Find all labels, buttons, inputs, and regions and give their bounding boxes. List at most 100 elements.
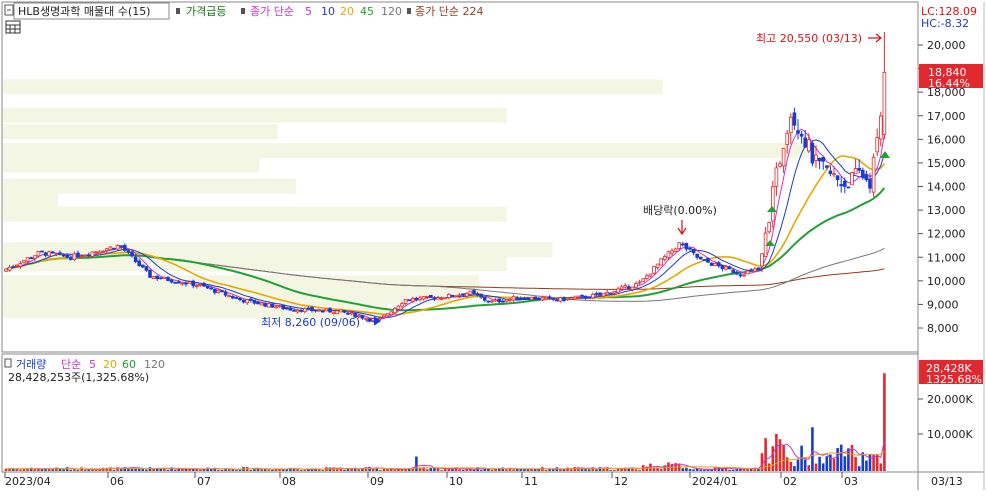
candle-body bbox=[623, 285, 627, 288]
volume-bar bbox=[728, 469, 731, 471]
ma120-label[interactable]: 120 bbox=[381, 5, 402, 18]
volume-bar bbox=[821, 463, 825, 471]
volume-bar bbox=[854, 457, 857, 471]
volume-bar bbox=[587, 469, 591, 471]
price-tick-label: 16,000 bbox=[927, 133, 966, 146]
candle-body bbox=[702, 259, 707, 261]
ma20-label[interactable]: 20 bbox=[340, 5, 354, 18]
volume-bar bbox=[62, 469, 65, 471]
candle-body bbox=[529, 296, 534, 300]
volume-bar bbox=[386, 469, 389, 471]
candle-body bbox=[11, 266, 16, 268]
volume-ma20-label[interactable]: 20 bbox=[103, 358, 117, 371]
ma5-label[interactable]: 5 bbox=[305, 5, 312, 18]
candle-body bbox=[616, 288, 620, 293]
candle-body bbox=[61, 254, 66, 257]
stock-title: HLB생명과학 매물대 수(15) bbox=[18, 5, 150, 18]
candle-body bbox=[537, 297, 541, 300]
candle-body bbox=[486, 300, 491, 303]
volume-bar bbox=[857, 466, 861, 471]
candle-body bbox=[749, 269, 753, 272]
volume-bar bbox=[443, 468, 447, 471]
volume-bar bbox=[512, 469, 515, 471]
volume-bar bbox=[145, 469, 148, 471]
candle-body bbox=[745, 270, 750, 275]
ma-label[interactable]: 종가 단순 bbox=[250, 5, 294, 18]
volume-bar bbox=[879, 463, 883, 471]
candle-body bbox=[738, 274, 743, 277]
volume-title[interactable]: 거래량 bbox=[16, 358, 46, 371]
volume-ma60-label[interactable]: 60 bbox=[122, 358, 136, 371]
volume-bar bbox=[559, 469, 562, 471]
candle-body bbox=[573, 296, 577, 300]
candle-body bbox=[882, 71, 887, 136]
volume-profile-bar bbox=[3, 206, 507, 222]
x-tick-label: 07 bbox=[197, 475, 211, 488]
volume-bar bbox=[775, 433, 778, 471]
volume-bar bbox=[112, 470, 116, 471]
dividend-annotation: 배당락(0.00%) bbox=[643, 204, 717, 217]
candle-body bbox=[641, 278, 645, 282]
candle-body bbox=[576, 295, 581, 298]
candle-body bbox=[879, 115, 883, 140]
candle-body bbox=[263, 303, 267, 307]
ma224-label[interactable]: 종가 단순 224 bbox=[415, 5, 483, 18]
candle-body bbox=[540, 297, 545, 301]
volume-bar bbox=[91, 469, 94, 471]
volume-bar bbox=[832, 458, 836, 471]
volume-ma-label[interactable]: 단순 bbox=[61, 358, 81, 371]
candle-body bbox=[450, 294, 455, 297]
candle-body bbox=[825, 165, 829, 168]
candle-body bbox=[108, 246, 113, 250]
candle-body bbox=[778, 163, 782, 167]
candle-body bbox=[436, 297, 440, 300]
candle-body bbox=[72, 253, 77, 260]
volume-bar bbox=[875, 454, 879, 471]
volume-ma5-label[interactable]: 5 bbox=[89, 358, 96, 371]
candle-body bbox=[681, 243, 685, 246]
candle-body bbox=[180, 282, 185, 285]
candle-body bbox=[176, 281, 181, 284]
current-change: 16.44% bbox=[928, 77, 970, 90]
volume-bar bbox=[393, 469, 397, 471]
surge-label[interactable]: 가격급등 bbox=[186, 5, 226, 18]
candle-body bbox=[407, 299, 411, 302]
candle-body bbox=[105, 248, 109, 252]
candle-body bbox=[828, 170, 833, 174]
stock-chart: HLB생명과학 매물대 수(15) 가격급등 종가 단순 5 10 20 45 … bbox=[1, 1, 985, 490]
candle-body bbox=[101, 250, 106, 253]
candle-body bbox=[130, 251, 134, 257]
candle-body bbox=[659, 258, 663, 266]
candle-body bbox=[162, 276, 167, 279]
volume-value: 28,428,253주(1,325.68%) bbox=[8, 371, 149, 384]
candle-body bbox=[756, 267, 761, 270]
candle-body bbox=[760, 253, 764, 267]
calculator-icon[interactable] bbox=[5, 20, 21, 34]
candle-body bbox=[54, 253, 59, 256]
price-tick-label: 8,000 bbox=[927, 322, 959, 335]
price-tick-label: 14,000 bbox=[927, 181, 966, 194]
candle-body bbox=[609, 292, 613, 295]
candle-body bbox=[7, 266, 12, 271]
candle-body bbox=[115, 245, 120, 250]
ma10-label[interactable]: 10 bbox=[321, 5, 335, 18]
candle-body bbox=[248, 298, 253, 301]
candle-body bbox=[645, 275, 649, 280]
candle-body bbox=[367, 318, 372, 322]
volume-bar bbox=[163, 468, 166, 471]
candle-body bbox=[457, 294, 462, 297]
candle-body bbox=[331, 312, 336, 315]
candle-body bbox=[670, 250, 674, 254]
volume-collapse-icon[interactable] bbox=[4, 358, 12, 368]
candle-body bbox=[627, 286, 631, 289]
x-tick-label: 08 bbox=[282, 475, 296, 488]
volume-ma120-label[interactable]: 120 bbox=[144, 358, 165, 371]
candle-body bbox=[558, 297, 563, 302]
candle-body bbox=[871, 156, 876, 193]
volume-profile-bar bbox=[3, 107, 507, 123]
volume-bar bbox=[692, 469, 695, 471]
candle-body bbox=[519, 297, 523, 300]
ma45-label[interactable]: 45 bbox=[360, 5, 374, 18]
volume-bar bbox=[343, 469, 346, 471]
candle-body bbox=[695, 253, 699, 258]
